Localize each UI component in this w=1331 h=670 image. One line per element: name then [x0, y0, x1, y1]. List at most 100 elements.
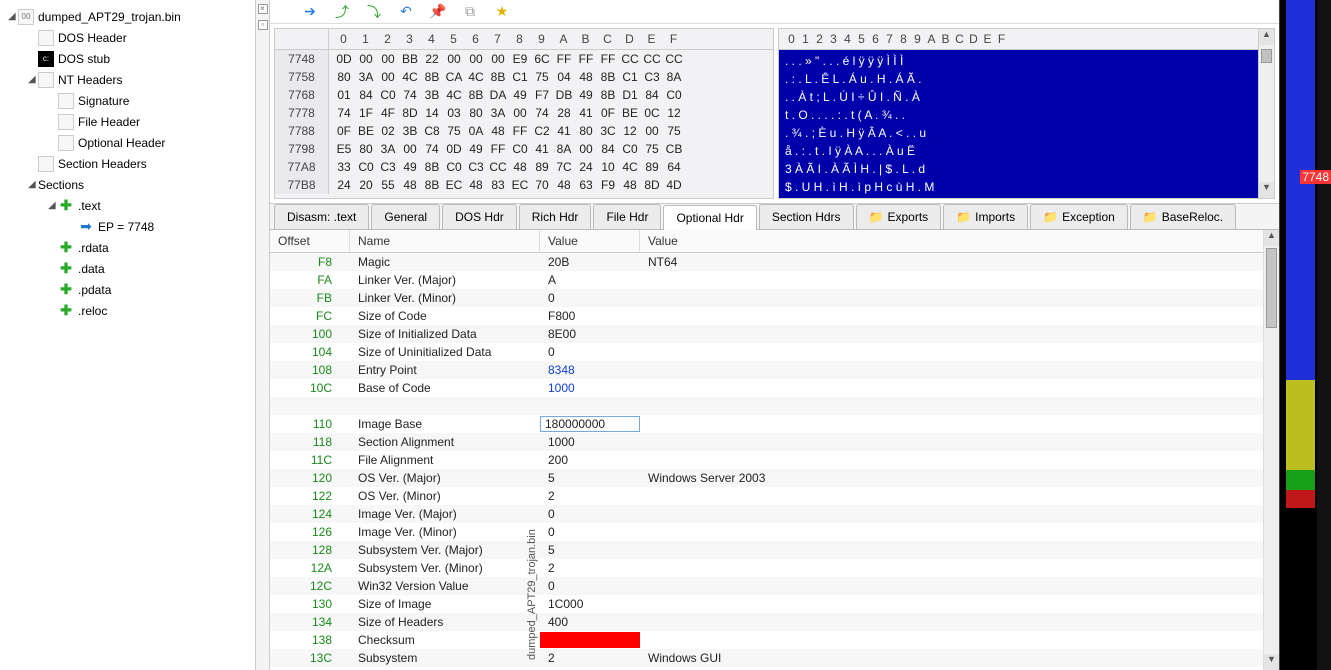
map-segment[interactable]	[1286, 180, 1315, 380]
hex-address: 7778	[275, 104, 329, 122]
hex-row[interactable]: 7798E5803A00740D49FFC0418A0084C075CB	[275, 140, 773, 158]
pin-panel-icon[interactable]: ▫	[258, 20, 268, 30]
tab-dos-hdr[interactable]: DOS Hdr	[442, 204, 517, 229]
table-row[interactable]: 120OS Ver. (Major)5Windows Server 2003	[270, 469, 1279, 487]
table-row[interactable]: FBLinker Ver. (Minor)0	[270, 289, 1279, 307]
hex-row[interactable]: 7778741F4F8D1403803A007428410FBE0C12	[275, 104, 773, 122]
tree-optional-header[interactable]: Optional Header	[0, 132, 255, 153]
table-row[interactable]: 12CWin32 Version Value0	[270, 577, 1279, 595]
cell-offset: 134	[270, 614, 350, 630]
tab-general[interactable]: General	[371, 204, 440, 229]
tree-section-pdata[interactable]: ✚ .pdata	[0, 279, 255, 300]
cell-offset: 122	[270, 488, 350, 504]
hex-row[interactable]: 77680184C0743B4C8BDA49F7DB498BD184C0	[275, 86, 773, 104]
table-row[interactable]: 118Section Alignment1000	[270, 433, 1279, 451]
goto-down-icon[interactable]: ⤵	[366, 4, 382, 20]
hex-bytes-panel[interactable]: 0123456789ABCDEF 77480D0000BB22000000E96…	[274, 28, 774, 199]
scroll-up-icon[interactable]: ▲	[1259, 29, 1274, 45]
tree-section-headers[interactable]: Section Headers	[0, 153, 255, 174]
file-map-strip[interactable]: 7748	[1279, 0, 1331, 670]
ascii-panel[interactable]: 0123456789ABCDEF . . . » " . . . é l ÿ ÿ…	[778, 28, 1275, 199]
tab-rich-hdr[interactable]: Rich Hdr	[519, 204, 592, 229]
table-row[interactable]: 108Entry Point8348	[270, 361, 1279, 379]
tree-entry-point[interactable]: ➡ EP = 7748	[0, 216, 255, 237]
col-name[interactable]: Name	[350, 230, 540, 252]
tree-nt-headers[interactable]: ◢ NT Headers	[0, 69, 255, 90]
scroll-thumb[interactable]	[1261, 49, 1272, 63]
tree-section-data[interactable]: ✚ .data	[0, 258, 255, 279]
table-row[interactable]: 122OS Ver. (Minor)2	[270, 487, 1279, 505]
table-scrollbar[interactable]: ▲ ▼	[1263, 230, 1279, 670]
table-row[interactable]: 13CSubsystem2Windows GUI	[270, 649, 1279, 667]
table-row[interactable]: 110Image Base180000000	[270, 415, 1279, 433]
tree-sections[interactable]: ◢ Sections	[0, 174, 255, 195]
scroll-thumb[interactable]	[1266, 248, 1277, 328]
table-row[interactable]: 104Size of Uninitialized Data0	[270, 343, 1279, 361]
table-row[interactable]: FCSize of CodeF800	[270, 307, 1279, 325]
table-row[interactable]: 138Checksum0	[270, 631, 1279, 649]
scroll-down-icon[interactable]: ▼	[1264, 654, 1279, 670]
col-offset[interactable]: Offset	[270, 230, 350, 252]
tree-dos-stub[interactable]: c: DOS stub	[0, 48, 255, 69]
table-row[interactable]: 124Image Ver. (Major)0	[270, 505, 1279, 523]
tree-dos-header[interactable]: DOS Header	[0, 27, 255, 48]
hex-row[interactable]: 7758803A004C8BCA4C8BC17504488BC1C38A	[275, 68, 773, 86]
table-row[interactable]: FALinker Ver. (Major)A	[270, 271, 1279, 289]
tree-file-header[interactable]: File Header	[0, 111, 255, 132]
cell-value[interactable]: 180000000	[540, 416, 640, 432]
ascii-scrollbar[interactable]: ▲ ▼	[1258, 29, 1274, 198]
table-row[interactable]: 12ASubsystem Ver. (Minor)2	[270, 559, 1279, 577]
map-segment[interactable]	[1286, 0, 1315, 180]
tab-basereloc[interactable]: 📁BaseReloc.	[1130, 204, 1236, 229]
close-panel-icon[interactable]: ×	[258, 4, 268, 14]
goto-icon[interactable]: ⤴	[334, 4, 350, 20]
tab-disasm[interactable]: Disasm: .text	[274, 204, 369, 229]
tab-exports[interactable]: 📁Exports	[856, 204, 942, 229]
cell-value-meaning	[640, 351, 1279, 353]
table-row[interactable]: 130Size of Image1C000	[270, 595, 1279, 613]
tree-section-rdata[interactable]: ✚ .rdata	[0, 237, 255, 258]
tab-section-hdrs[interactable]: Section Hdrs	[759, 204, 854, 229]
pin-icon[interactable]: 📌	[430, 4, 446, 20]
forward-icon[interactable]: ➔	[302, 4, 318, 20]
table-row[interactable]: 134Size of Headers400	[270, 613, 1279, 631]
tree-section-text[interactable]: ◢✚ .text	[0, 195, 255, 216]
table-row[interactable]: 100Size of Initialized Data8E00	[270, 325, 1279, 343]
scroll-down-icon[interactable]: ▼	[1259, 182, 1274, 198]
scroll-up-icon[interactable]: ▲	[1264, 230, 1279, 246]
table-row[interactable]: F8Magic20BNT64	[270, 253, 1279, 271]
col-value-meaning[interactable]: Value	[640, 230, 1279, 252]
tab-file-hdr[interactable]: File Hdr	[593, 204, 661, 229]
table-row[interactable]: 10CBase of Code1000	[270, 379, 1279, 397]
tree-signature[interactable]: Signature	[0, 90, 255, 111]
hex-row[interactable]: 77480D0000BB22000000E96CFFFFFFCCCCCC	[275, 50, 773, 68]
cell-name: Size of Code	[350, 308, 540, 324]
entry-point-marker[interactable]: 7748	[1300, 170, 1331, 184]
tab-optional-hdr[interactable]: Optional Hdr	[663, 205, 756, 230]
tab-exception[interactable]: 📁Exception	[1030, 204, 1128, 229]
map-segment[interactable]	[1286, 490, 1315, 508]
col-value[interactable]: Value	[540, 230, 640, 252]
cell-name: Magic	[350, 254, 540, 270]
table-row[interactable]: 128Subsystem Ver. (Major)5	[270, 541, 1279, 559]
hex-row[interactable]: 77B8242055488BEC4883EC704863F9488D4D	[275, 176, 773, 194]
tree-root[interactable]: ◢ 00 dumped_APT29_trojan.bin	[0, 6, 255, 27]
copy-icon[interactable]: ⧉	[462, 4, 478, 20]
cell-offset: 104	[270, 344, 350, 360]
undo-icon[interactable]: ↶	[398, 4, 414, 20]
hex-row[interactable]: 77A833C0C3498BC0C3CC48897C24104C8964	[275, 158, 773, 176]
hex-row[interactable]: 77880FBE023BC8750A48FFC241803C120075	[275, 122, 773, 140]
table-row[interactable]: 126Image Ver. (Minor)0	[270, 523, 1279, 541]
table-row[interactable]: 11CFile Alignment200	[270, 451, 1279, 469]
tab-imports[interactable]: 📁Imports	[943, 204, 1028, 229]
panel-handle[interactable]: × ▫	[256, 0, 270, 670]
star-icon[interactable]: ★	[494, 4, 510, 20]
cell-offset: 11C	[270, 452, 350, 468]
stub-icon: c:	[38, 51, 54, 67]
map-segment[interactable]	[1286, 508, 1315, 668]
cell-value: 2	[540, 488, 640, 504]
tree-section-reloc[interactable]: ✚ .reloc	[0, 300, 255, 321]
map-segment[interactable]	[1286, 380, 1315, 470]
map-segment[interactable]	[1286, 470, 1315, 490]
folder-icon: 📁	[1143, 210, 1158, 224]
